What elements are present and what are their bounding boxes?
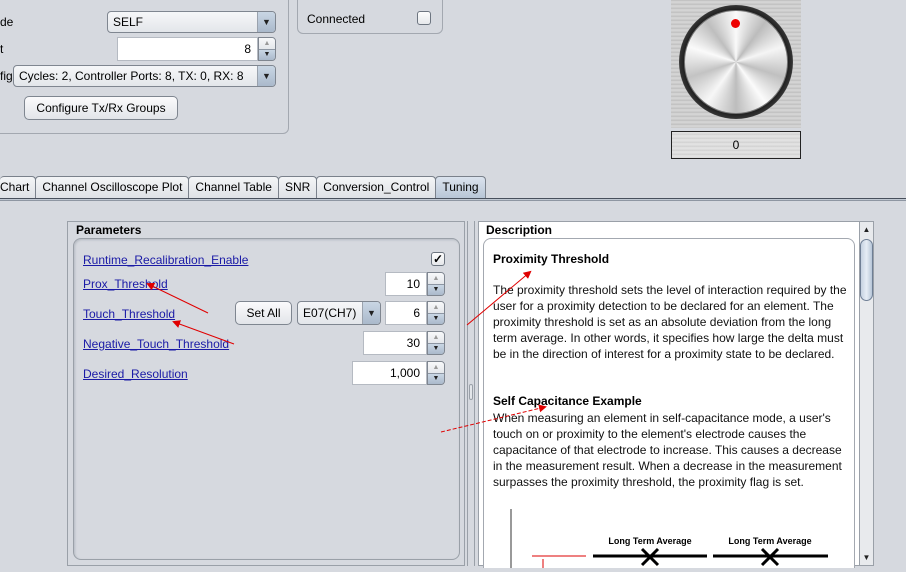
- runtime-recalibration-link[interactable]: Runtime_Recalibration_Enable: [83, 253, 248, 267]
- touch-threshold-link[interactable]: Touch_Threshold: [83, 307, 175, 321]
- mode-dropdown[interactable]: SELF ▼: [107, 11, 276, 33]
- chevron-down-icon: ▼: [257, 12, 275, 32]
- channel-dropdown-value: E07(CH7): [303, 306, 357, 320]
- spin-down-icon[interactable]: ▼: [259, 49, 275, 60]
- description-title: Description: [486, 223, 553, 237]
- tab-snr[interactable]: SNR: [277, 176, 318, 198]
- spin-down-icon[interactable]: ▼: [428, 284, 444, 295]
- description-scrollbar[interactable]: ▲ ▼: [859, 221, 874, 566]
- mode-label: de: [0, 15, 14, 29]
- desired-resolution-link[interactable]: Desired_Resolution: [83, 367, 188, 381]
- tab-tuning[interactable]: Tuning: [435, 176, 486, 198]
- tab-channel-table[interactable]: Channel Table: [188, 176, 279, 198]
- count-label: t: [0, 42, 4, 56]
- prox-threshold-spinner[interactable]: 10 ▲ ▼: [385, 272, 445, 296]
- tab-conversion-control[interactable]: Conversion_Control: [316, 176, 437, 198]
- tab-bar: Chart Channel Oscilloscope Plot Channel …: [0, 176, 486, 198]
- channel-dropdown[interactable]: E07(CH7) ▼: [297, 301, 381, 325]
- figure-label-lta-2: Long Term Average: [728, 536, 811, 546]
- knob-indicator-dot: [731, 19, 740, 28]
- negative-touch-threshold-value[interactable]: 30: [363, 331, 427, 355]
- example-heading: Self Capacitance Example: [493, 394, 642, 408]
- spin-up-icon[interactable]: ▲: [428, 332, 444, 344]
- mode-dropdown-value: SELF: [113, 15, 144, 29]
- configure-txrx-groups-button[interactable]: Configure Tx/Rx Groups: [24, 96, 178, 120]
- self-capacitance-figure: Long Term Average Long Term Average: [510, 509, 828, 568]
- count-spinner[interactable]: 8 ▲ ▼: [117, 37, 276, 61]
- scrollbar-thumb[interactable]: [860, 239, 873, 301]
- chevron-down-icon: ▼: [362, 302, 380, 324]
- touch-threshold-value[interactable]: 6: [385, 301, 427, 325]
- parameters-title: Parameters: [76, 223, 142, 237]
- prox-threshold-link[interactable]: Prox_Threshold: [83, 277, 168, 291]
- figure-label-lta-1: Long Term Average: [608, 536, 691, 546]
- connected-label: Connected: [307, 12, 366, 26]
- tab-chart[interactable]: Chart: [0, 176, 37, 198]
- connected-checkbox[interactable]: [417, 11, 431, 25]
- chevron-down-icon: ▼: [257, 66, 275, 86]
- scroll-up-icon[interactable]: ▲: [860, 222, 873, 237]
- config-dropdown[interactable]: Cycles: 2, Controller Ports: 8, TX: 0, R…: [13, 65, 276, 87]
- spin-down-icon[interactable]: ▼: [428, 373, 444, 384]
- count-spinner-value[interactable]: 8: [117, 37, 258, 61]
- description-paragraph-2: When measuring an element in self-capaci…: [493, 411, 842, 489]
- desired-resolution-spinner[interactable]: 1,000 ▲ ▼: [352, 361, 445, 385]
- splitter-grip[interactable]: [469, 384, 473, 400]
- spin-up-icon[interactable]: ▲: [428, 302, 444, 314]
- spin-down-icon[interactable]: ▼: [428, 343, 444, 354]
- config-label: fig: [0, 69, 13, 83]
- description-paragraph-1: The proximity threshold sets the level o…: [493, 283, 847, 361]
- negative-touch-threshold-spinner[interactable]: 30 ▲ ▼: [363, 331, 445, 355]
- knob-value-display: 0: [671, 131, 801, 159]
- runtime-recalibration-checkbox[interactable]: ✓: [431, 252, 445, 266]
- spin-up-icon[interactable]: ▲: [428, 362, 444, 374]
- negative-touch-threshold-link[interactable]: Negative_Touch_Threshold: [83, 337, 229, 351]
- prox-threshold-value[interactable]: 10: [385, 272, 427, 296]
- description-heading: Proximity Threshold: [493, 252, 610, 266]
- tab-divider: [0, 198, 906, 201]
- description-content: Proximity Threshold The proximity thresh…: [483, 238, 855, 568]
- spin-down-icon[interactable]: ▼: [428, 313, 444, 324]
- checkmark-icon: ✓: [432, 252, 444, 266]
- spin-up-icon[interactable]: ▲: [428, 273, 444, 285]
- set-all-button[interactable]: Set All: [235, 301, 292, 325]
- spin-up-icon[interactable]: ▲: [259, 38, 275, 50]
- config-dropdown-value: Cycles: 2, Controller Ports: 8, TX: 0, R…: [19, 69, 244, 83]
- touch-threshold-spinner[interactable]: 6 ▲ ▼: [385, 301, 445, 325]
- desired-resolution-value[interactable]: 1,000: [352, 361, 427, 385]
- tab-channel-oscilloscope-plot[interactable]: Channel Oscilloscope Plot: [35, 176, 190, 198]
- scroll-down-icon[interactable]: ▼: [860, 550, 873, 565]
